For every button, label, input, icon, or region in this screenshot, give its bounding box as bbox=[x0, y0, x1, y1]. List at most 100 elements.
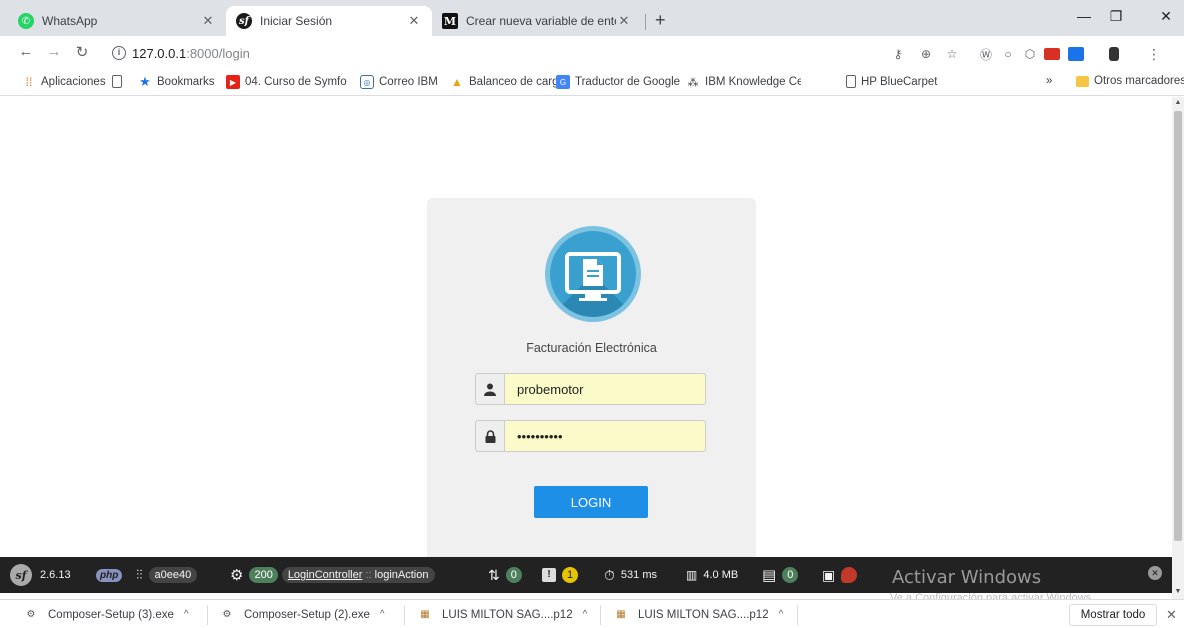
bookmark-label: Traductor de Google bbox=[575, 76, 681, 88]
username-input[interactable] bbox=[504, 373, 706, 405]
page-viewport: Facturación Electrónica LOGIN bbox=[0, 97, 1172, 557]
request-status[interactable]: ⚙ 200 LoginController :: loginAction bbox=[230, 557, 435, 593]
bookmark-hp-bluecarpet[interactable]: HP BlueCarpet bbox=[846, 75, 938, 88]
scroll-down-icon[interactable]: ▼ bbox=[1172, 588, 1184, 595]
forms[interactable]: ▤ 0 bbox=[762, 557, 799, 593]
star-icon[interactable]: ☆ bbox=[944, 46, 960, 62]
bookmark-ibm-knowledge[interactable]: ⁂ IBM Knowledge Cent bbox=[686, 75, 802, 89]
download-name: Composer-Setup (2).exe bbox=[244, 608, 370, 621]
download-separator bbox=[797, 605, 798, 625]
bookmarks-bar: ⁞⁞ Aplicaciones ★ Bookmarks ▶ 04. Curso … bbox=[0, 70, 1184, 96]
profile-icon[interactable] bbox=[1106, 46, 1122, 62]
bookmark-apps[interactable]: ⁞⁞ Aplicaciones bbox=[22, 75, 106, 89]
chevron-up-icon[interactable]: ^ bbox=[184, 609, 189, 620]
bookmark-bookmarks[interactable]: ★ Bookmarks bbox=[138, 74, 214, 89]
controller-badge: LoginController :: loginAction bbox=[281, 567, 435, 583]
whatsapp-icon: ✆ bbox=[18, 13, 34, 29]
status-badge: 200 bbox=[249, 567, 278, 583]
security-panel[interactable]: ▣ bbox=[822, 557, 858, 593]
bookmarks-overflow-button[interactable]: » bbox=[1046, 75, 1052, 87]
monitor-glyph bbox=[565, 252, 621, 301]
extension-cors-icon[interactable] bbox=[1044, 46, 1060, 62]
close-icon[interactable]: ✕ bbox=[406, 13, 422, 29]
user-icon bbox=[475, 373, 504, 405]
key-icon[interactable]: ⚷ bbox=[890, 46, 906, 62]
php-icon: php bbox=[96, 568, 123, 582]
chevron-up-icon[interactable]: ^ bbox=[583, 609, 588, 620]
controller-separator: :: bbox=[365, 569, 372, 581]
chevron-up-icon[interactable]: ^ bbox=[380, 609, 385, 620]
menu-icon[interactable]: ⋮ bbox=[1146, 46, 1162, 62]
login-button[interactable]: LOGIN bbox=[534, 486, 648, 518]
extension-new-icon[interactable] bbox=[1068, 46, 1084, 62]
reload-button[interactable]: ↻ bbox=[72, 43, 92, 61]
window-close-button[interactable]: ✕ bbox=[1156, 8, 1176, 25]
bookmark-page[interactable] bbox=[112, 75, 127, 88]
download-item[interactable]: ⚙ Composer-Setup (3).exe ^ bbox=[24, 600, 189, 628]
ajax-count-badge: 0 bbox=[505, 567, 522, 583]
time-text: 531 ms bbox=[620, 569, 657, 581]
restore-button[interactable]: ❐ bbox=[1106, 8, 1126, 25]
password-input[interactable] bbox=[504, 420, 706, 452]
bookmark-label: HP BlueCarpet bbox=[861, 75, 938, 88]
zoom-icon[interactable]: ⊕ bbox=[918, 46, 934, 62]
download-item[interactable]: ⚙ Composer-Setup (2).exe ^ bbox=[220, 600, 385, 628]
scroll-up-icon[interactable]: ▲ bbox=[1172, 99, 1184, 106]
installer-icon: ⚙ bbox=[222, 609, 232, 620]
forward-button[interactable]: → bbox=[44, 43, 64, 60]
close-icon[interactable]: ✕ bbox=[200, 13, 216, 29]
request-time[interactable]: ⏱ 531 ms bbox=[604, 557, 657, 593]
download-item[interactable]: ▦ LUIS MILTON SAG....p12 ^ bbox=[614, 600, 783, 628]
memory-text: 4.0 MB bbox=[703, 569, 739, 581]
close-icon[interactable]: ✕ bbox=[1166, 607, 1177, 623]
stopwatch-icon: ⏱ bbox=[604, 566, 615, 583]
address-bar[interactable]: i 127.0.0.1:8000/login bbox=[100, 40, 880, 66]
extension-circle-icon[interactable]: ○ bbox=[1000, 46, 1016, 62]
php-info[interactable]: php bbox=[96, 557, 123, 593]
username-group bbox=[475, 373, 706, 405]
download-item[interactable]: ▦ LUIS MILTON SAG....p12 ^ bbox=[418, 600, 587, 628]
windows-activation-title: Activar Windows bbox=[892, 567, 1042, 588]
extension-shield-icon[interactable]: ⬡ bbox=[1022, 46, 1038, 62]
action-name: loginAction bbox=[374, 569, 429, 581]
extension-w-icon[interactable]: Ⓦ bbox=[978, 46, 994, 62]
invoice-monitor-icon bbox=[545, 226, 641, 322]
overflow-label: » bbox=[1046, 75, 1053, 87]
chevron-up-icon[interactable]: ^ bbox=[779, 609, 784, 620]
brand-title: Facturación Electrónica bbox=[526, 341, 657, 355]
scroll-thumb[interactable] bbox=[1174, 111, 1182, 541]
logs[interactable]: ! 1 bbox=[542, 557, 579, 593]
bookmark-curso-symfony[interactable]: ▶ 04. Curso de Symfony bbox=[226, 75, 347, 89]
download-name: Composer-Setup (3).exe bbox=[48, 608, 174, 621]
minimize-button[interactable]: — bbox=[1074, 8, 1094, 24]
alert-icon: ! bbox=[542, 568, 556, 582]
tab-iniciar-sesion[interactable]: sf Iniciar Sesión ✕ bbox=[226, 6, 432, 36]
tab-whatsapp[interactable]: ✆ WhatsApp ✕ bbox=[8, 6, 226, 36]
new-tab-button[interactable]: + bbox=[655, 10, 666, 31]
tab-crear-variable[interactable]: M Crear nueva variable de entorno ✕ bbox=[432, 6, 642, 36]
medium-icon: M bbox=[442, 13, 458, 29]
login-card: Facturación Electrónica LOGIN bbox=[427, 198, 756, 557]
download-separator bbox=[404, 605, 405, 625]
tab-title: Iniciar Sesión bbox=[260, 14, 333, 28]
folder-icon bbox=[1076, 75, 1089, 87]
bookmark-balanceo[interactable]: ▲ Balanceo de carga w bbox=[450, 75, 565, 89]
close-icon[interactable]: ✕ bbox=[616, 13, 632, 29]
memory-icon: ▥ bbox=[686, 568, 698, 582]
close-toolbar-icon[interactable]: ✕ bbox=[1148, 566, 1162, 580]
symfony-version[interactable]: sf 2.6.13 bbox=[10, 557, 71, 593]
tab-title: Crear nueva variable de entorno bbox=[466, 14, 616, 28]
back-button[interactable]: ← bbox=[16, 43, 36, 60]
memory-usage[interactable]: ▥ 4.0 MB bbox=[686, 557, 738, 593]
youtube-icon: ▶ bbox=[226, 75, 240, 89]
request-token[interactable]: ⫶⫶ a0ee40 bbox=[136, 557, 198, 593]
show-all-downloads-button[interactable]: Mostrar todo bbox=[1069, 604, 1157, 626]
download-name: LUIS MILTON SAG....p12 bbox=[638, 608, 769, 621]
page-scrollbar[interactable]: ▲ ▼ bbox=[1172, 97, 1184, 599]
ajax-requests[interactable]: ⇅ 0 bbox=[488, 557, 522, 593]
bookmark-traductor[interactable]: G Traductor de Google bbox=[556, 75, 680, 89]
bookmark-otros-marcadores[interactable]: Otros marcadores bbox=[1076, 75, 1184, 87]
info-icon[interactable]: i bbox=[112, 46, 126, 60]
password-group bbox=[475, 420, 706, 452]
bookmark-correo-ibm[interactable]: ◎ Correo IBM bbox=[360, 75, 438, 89]
